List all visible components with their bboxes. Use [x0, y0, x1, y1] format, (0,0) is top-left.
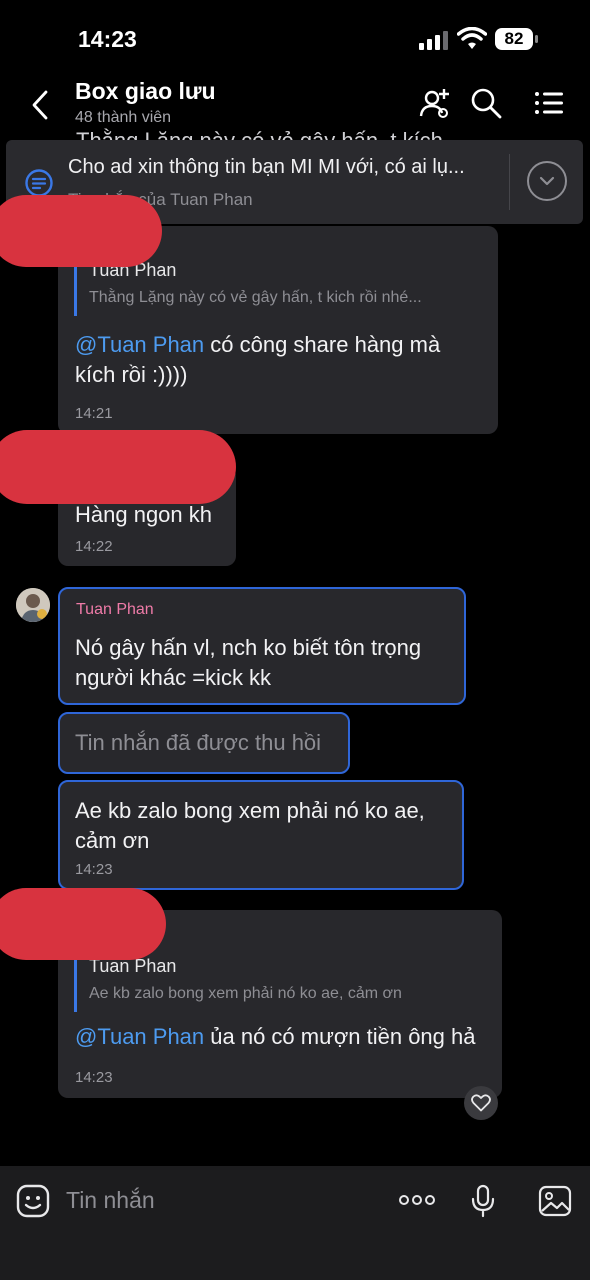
- message-time: 14:23: [75, 1069, 113, 1086]
- message-text: Ae kb zalo bong xem phải nó ko ae, cảm ơn: [75, 798, 425, 853]
- redaction-mark: [0, 430, 236, 504]
- heart-icon: [471, 1094, 491, 1112]
- message-input-bar: [0, 1166, 590, 1280]
- message-bubble[interactable]: Ae kb zalo bong xem phải nó ko ae, cảm ơn…: [58, 780, 464, 890]
- message-time: 14:23: [75, 861, 113, 878]
- pinned-message-icon: [25, 169, 53, 197]
- battery-level: 82: [495, 28, 533, 50]
- expand-pinned-button[interactable]: [527, 161, 567, 201]
- chat-title[interactable]: Box giao lưu: [75, 78, 216, 105]
- reply-quote[interactable]: Tuan Phan Ae kb zalo bong xem phải nó ko…: [74, 956, 497, 1012]
- message-text: Nó gây hấn vl, nch ko biết tôn trọng ngườ…: [75, 635, 422, 690]
- mention-link[interactable]: @Tuan Phan: [75, 1024, 204, 1049]
- recalled-message-bubble[interactable]: Tin nhắn đã được thu hồi: [58, 712, 350, 774]
- redaction-mark: [0, 888, 166, 960]
- quote-text: Ae kb zalo bong xem phải nó ko ae, cảm ơ…: [89, 985, 402, 1002]
- quote-author: Tuan Phan: [89, 956, 177, 976]
- avatar-image: [16, 588, 50, 622]
- battery-indicator: 82: [495, 28, 539, 52]
- mention-link[interactable]: @Tuan Phan: [75, 332, 204, 357]
- status-time: 14:23: [78, 26, 137, 52]
- message-time: 14:21: [75, 405, 113, 422]
- back-icon[interactable]: [28, 88, 54, 122]
- more-icon[interactable]: [398, 1191, 436, 1209]
- reply-quote[interactable]: Tuan Phan Thằng Lặng này có vẻ gây hấn, …: [74, 260, 489, 316]
- image-icon[interactable]: [538, 1185, 572, 1217]
- search-icon[interactable]: [469, 86, 503, 120]
- quote-author: Tuan Phan: [89, 260, 177, 280]
- pinned-text: Cho ad xin thông tin bạn MI MI với, có a…: [68, 156, 465, 178]
- wifi-icon: [457, 27, 487, 49]
- menu-icon[interactable]: [532, 86, 566, 120]
- add-member-icon[interactable]: [418, 86, 452, 120]
- message-time: 14:22: [75, 538, 113, 555]
- message-text: @Tuan Phan ủa nó có mượn tiền ông hả: [75, 1024, 476, 1049]
- chevron-down-icon: [539, 176, 555, 186]
- member-count: 48 thành viên: [75, 109, 172, 126]
- avatar[interactable]: [16, 588, 50, 622]
- quote-text: Thằng Lặng này có vẻ gây hấn, t kich rồi…: [89, 289, 422, 306]
- message-text: @Tuan Phan có công share hàng mà kích rồ…: [75, 332, 441, 387]
- react-button[interactable]: [464, 1086, 498, 1120]
- signal-icon: [419, 31, 448, 50]
- recalled-text: Tin nhắn đã được thu hồi: [75, 730, 322, 755]
- message-text: Hàng ngon kh: [75, 502, 212, 527]
- emoji-icon[interactable]: [16, 1184, 50, 1218]
- message-bubble[interactable]: Tuan Phan Nó gây hấn vl, nch ko biết tôn…: [58, 587, 466, 705]
- message-input[interactable]: Tin nhắn: [66, 1187, 155, 1214]
- mic-icon[interactable]: [470, 1184, 496, 1218]
- sender-name[interactable]: Tuan Phan: [76, 601, 154, 619]
- redaction-mark: [0, 195, 162, 267]
